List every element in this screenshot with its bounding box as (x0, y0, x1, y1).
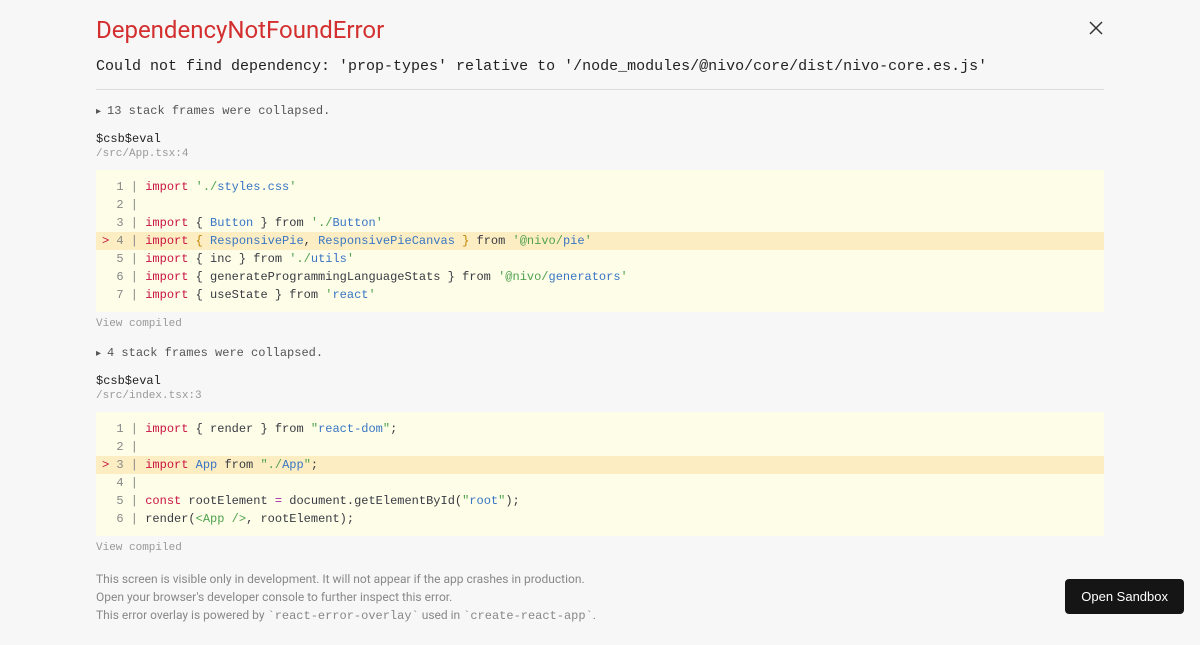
code-block-1: 1 | import './styles.css' 2 | 3 | import… (96, 170, 1104, 312)
view-compiled-1[interactable]: View compiled (96, 318, 1104, 330)
frame2-path: /src/index.tsx:3 (96, 390, 1104, 402)
footer-line-2: Open your browser's developer console to… (96, 588, 1104, 606)
frame1-path: /src/App.tsx:4 (96, 148, 1104, 160)
error-message: Could not find dependency: 'prop-types' … (96, 58, 1104, 75)
footer-line-3: This error overlay is powered by `react-… (96, 606, 1104, 625)
frame2-label: $csb$eval (96, 374, 1104, 388)
collapsed-frames-1[interactable]: 13 stack frames were collapsed. (96, 104, 1104, 118)
collapsed-frames-2[interactable]: 4 stack frames were collapsed. (96, 346, 1104, 360)
open-sandbox-button[interactable]: Open Sandbox (1065, 579, 1184, 614)
view-compiled-2[interactable]: View compiled (96, 542, 1104, 554)
code-block-2: 1 | import { render } from "react-dom"; … (96, 412, 1104, 536)
close-icon[interactable] (1088, 20, 1104, 36)
frame1-label: $csb$eval (96, 132, 1104, 146)
divider (96, 89, 1104, 90)
footer-text: This screen is visible only in developme… (96, 570, 1104, 625)
footer-line-1: This screen is visible only in developme… (96, 570, 1104, 588)
error-title: DependencyNotFoundError (96, 16, 1104, 44)
